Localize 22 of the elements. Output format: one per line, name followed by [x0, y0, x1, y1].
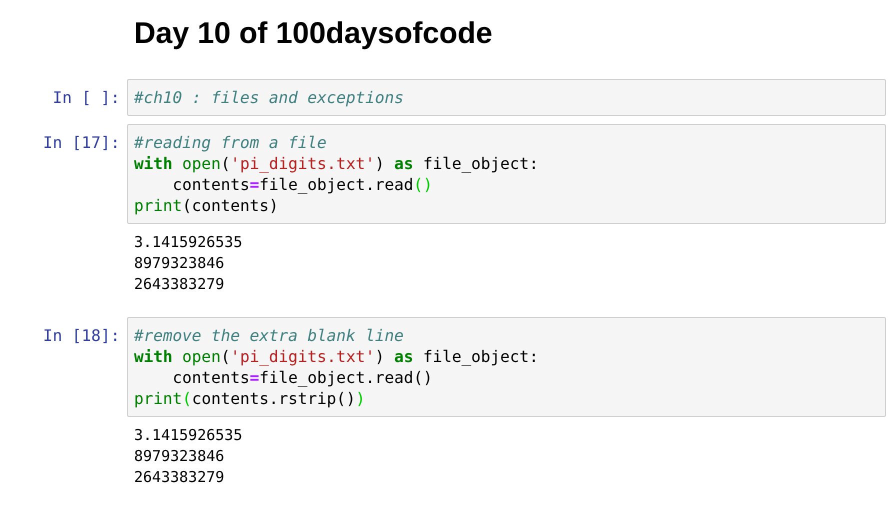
output-line: 8979323846	[134, 446, 226, 467]
code-line: #ch10 : files and exceptions	[134, 87, 405, 108]
output-line: 2643383279	[134, 467, 226, 488]
code-input-box[interactable]: #reading from a file with open('pi_digits.txt') as file_object: contents=file_object.read() print(contents)	[127, 124, 886, 224]
code-input-box[interactable]: #remove the extra blank line with open('pi_digits.txt') as file_object: contents=file_object.read() print(contents.rstrip())	[127, 317, 886, 417]
code-line: contents=file_object.read()	[172, 174, 434, 195]
output-line: 3.1415926535	[134, 425, 242, 446]
output-line: 2643383279	[134, 274, 226, 295]
code-line: #remove the extra blank line	[134, 325, 405, 346]
code-line: print(contents)	[134, 195, 280, 216]
output-line: 8979323846	[134, 253, 226, 274]
input-prompt: In [18]:	[42, 325, 121, 347]
notebook-heading: Day 10 of 100daysofcode	[134, 16, 492, 52]
code-input-box[interactable]: #ch10 : files and exceptions	[127, 79, 886, 116]
input-prompt: In [ ]:	[52, 87, 121, 109]
code-line: with open('pi_digits.txt') as file_object:	[134, 346, 540, 367]
code-line: #reading from a file	[134, 132, 328, 153]
output-line: 3.1415926535	[134, 232, 242, 253]
code-line: print(contents.rstrip())	[134, 388, 366, 409]
code-line: with open('pi_digits.txt') as file_object:	[134, 153, 540, 174]
code-line: contents=file_object.read()	[172, 367, 434, 388]
input-prompt: In [17]:	[42, 132, 121, 154]
